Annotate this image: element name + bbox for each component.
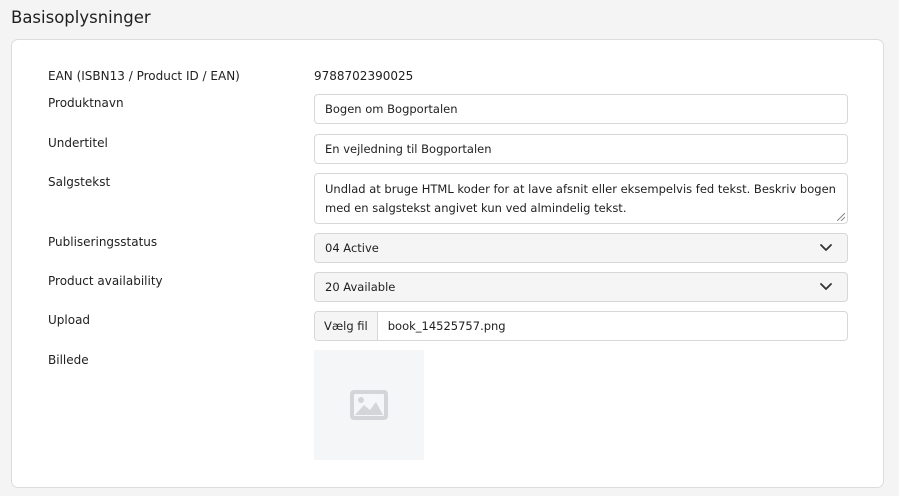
product-name-label: Produktnavn — [48, 96, 124, 110]
publishing-status-label: Publiseringsstatus — [48, 235, 158, 249]
image-preview — [314, 350, 424, 460]
availability-select[interactable]: 20 Available — [314, 272, 848, 302]
chevron-down-icon — [820, 244, 832, 251]
availability-value: 20 Available — [325, 280, 396, 294]
ean-label: EAN (ISBN13 / Product ID / EAN) — [48, 69, 240, 83]
ean-value: 9788702390025 — [314, 69, 414, 83]
product-name-input[interactable]: Bogen om Bogportalen — [314, 94, 848, 124]
availability-label: Product availability — [48, 274, 163, 288]
subtitle-label: Undertitel — [48, 136, 108, 150]
image-label: Billede — [48, 353, 89, 367]
resize-grip-icon[interactable] — [837, 213, 845, 221]
subtitle-input[interactable]: En vejledning til Bogportalen — [314, 134, 848, 164]
sales-text-content: Undlad at bruge HTML koder for at lave a… — [325, 182, 836, 215]
basic-info-card: EAN (ISBN13 / Product ID / EAN) 97887023… — [11, 39, 884, 488]
publishing-status-value: 04 Active — [325, 241, 379, 255]
sales-text-label: Salgstekst — [48, 175, 111, 189]
sales-text-textarea[interactable]: Undlad at bruge HTML koder for at lave a… — [314, 173, 848, 224]
file-upload-input[interactable]: Vælg fil book_14525757.png — [314, 311, 848, 341]
publishing-status-select[interactable]: 04 Active — [314, 233, 848, 263]
choose-file-button[interactable]: Vælg fil — [315, 312, 378, 340]
file-name: book_14525757.png — [387, 319, 506, 333]
image-placeholder-icon — [350, 390, 388, 420]
page-title: Basisoplysninger — [11, 8, 151, 27]
upload-label: Upload — [48, 313, 91, 327]
chevron-down-icon — [820, 283, 832, 290]
